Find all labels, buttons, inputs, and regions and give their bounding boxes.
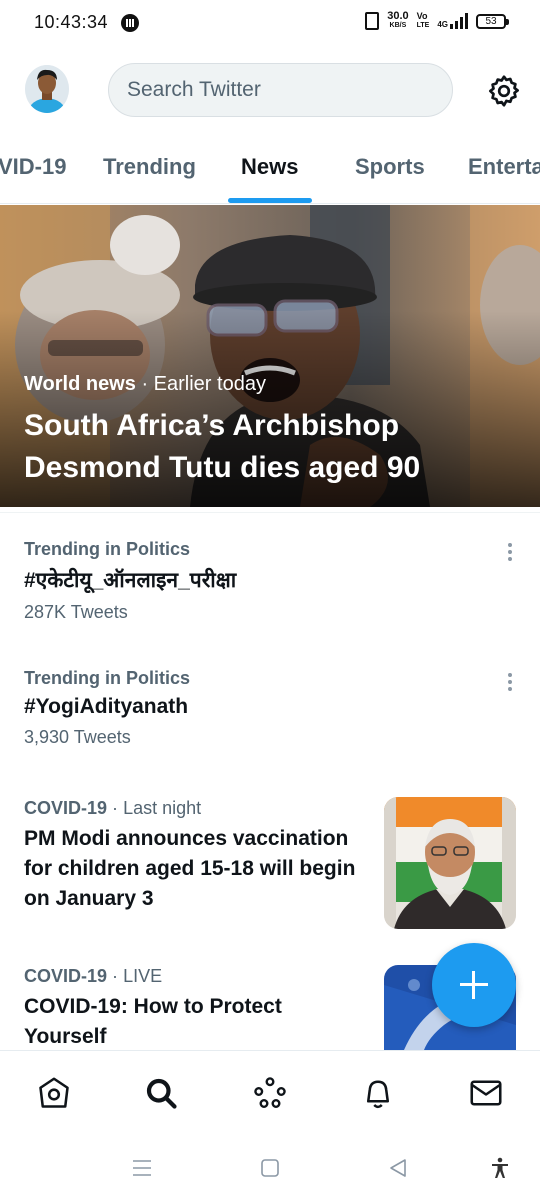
hero-category: World news <box>24 373 136 395</box>
status-bar: 10:43:34 30.0 KB/S Vo LTE 4G 53 <box>0 0 540 48</box>
network-speed-value: 30.0 <box>387 10 409 22</box>
volte-bottom: LTE <box>416 22 430 29</box>
hero-title: South Africa’s Archbishop Desmond Tutu d… <box>24 409 421 484</box>
volte-top: Vo <box>416 11 428 21</box>
search-input[interactable]: Search Twitter <box>108 63 453 117</box>
news-meta: COVID-19 · Last night <box>24 798 364 819</box>
hero-separator: · <box>141 373 149 395</box>
more-options-icon[interactable] <box>506 543 514 565</box>
accessibility-icon[interactable] <box>488 1156 512 1180</box>
news-time: LIVE <box>123 966 163 986</box>
trend-category: Trending in Politics <box>24 668 191 688</box>
trend-item[interactable]: Trending in Politics #YogiAdityanath 3,9… <box>24 668 524 748</box>
hero-time: Earlier today <box>153 373 266 395</box>
tab-covid-19[interactable]: VID-19 <box>0 154 66 180</box>
divider <box>0 512 540 513</box>
trend-count: 3,930 Tweets <box>24 727 131 747</box>
signal-indicator: 4G <box>437 13 468 29</box>
avatar[interactable] <box>25 65 69 113</box>
hero-meta: World news · Earlier today <box>24 373 266 396</box>
home-icon[interactable] <box>36 1075 72 1111</box>
search-icon[interactable] <box>143 1075 179 1111</box>
news-title: PM Modi announces vaccination for childr… <box>24 827 356 910</box>
news-title: COVID-19: How to Protect Yourself <box>24 995 282 1048</box>
news-time: Last night <box>123 798 202 818</box>
signal-icon <box>450 13 468 29</box>
trend-name: #YogiAdityanath <box>24 695 189 718</box>
vibrate-icon <box>365 12 380 30</box>
battery-icon: 53 <box>476 13 509 29</box>
header: Search Twitter <box>0 48 540 136</box>
system-nav-bar <box>0 1136 540 1200</box>
active-tab-indicator <box>228 198 312 203</box>
back-icon[interactable] <box>386 1156 410 1180</box>
mail-icon[interactable] <box>468 1075 504 1111</box>
network-speed: 30.0 KB/S <box>387 10 409 30</box>
news-separator: · <box>112 798 119 818</box>
tab-entertainment[interactable]: Enterta <box>468 154 540 180</box>
news-thumbnail[interactable] <box>384 797 516 929</box>
tab-news[interactable]: News <box>241 154 298 180</box>
bottom-nav <box>0 1050 540 1136</box>
news-item[interactable]: COVID-19 · LIVE COVID-19: How to Protect… <box>24 966 364 1052</box>
network-speed-unit: KB/S <box>389 22 407 29</box>
bell-icon[interactable] <box>360 1075 396 1111</box>
explore-tabs: VID-19 Trending News Sports Enterta <box>0 136 540 204</box>
more-options-icon[interactable] <box>506 673 514 695</box>
network-type: 4G <box>437 20 448 29</box>
trend-count: 287K Tweets <box>24 602 128 622</box>
news-meta: COVID-19 · LIVE <box>24 966 364 987</box>
gear-icon[interactable] <box>486 73 522 109</box>
hero-news-card[interactable]: World news · Earlier today South Africa’… <box>0 205 540 507</box>
volte-indicator: Vo LTE <box>417 12 430 30</box>
news-item[interactable]: COVID-19 · Last night PM Modi announces … <box>24 798 364 914</box>
tab-sports[interactable]: Sports <box>355 154 425 180</box>
tab-trending[interactable]: Trending <box>103 154 196 180</box>
trend-item[interactable]: Trending in Politics #एकेटीयू_ऑनलाइन_परी… <box>24 539 524 623</box>
status-time: 10:43:34 <box>34 12 109 32</box>
compose-tweet-button[interactable] <box>432 943 516 1027</box>
app-notification-icon <box>121 14 139 32</box>
news-category: COVID-19 <box>24 966 108 986</box>
menu-icon[interactable] <box>130 1156 154 1180</box>
status-indicators: 30.0 KB/S Vo LTE 4G 53 <box>365 10 509 30</box>
trend-category: Trending in Politics <box>24 539 191 559</box>
news-separator: · <box>112 966 119 986</box>
home-square-icon[interactable] <box>258 1156 282 1180</box>
trend-name: #एकेटीयू_ऑनलाइन_परीक्षा <box>24 569 237 592</box>
news-category: COVID-19 <box>24 798 108 818</box>
spaces-icon[interactable] <box>252 1075 288 1111</box>
